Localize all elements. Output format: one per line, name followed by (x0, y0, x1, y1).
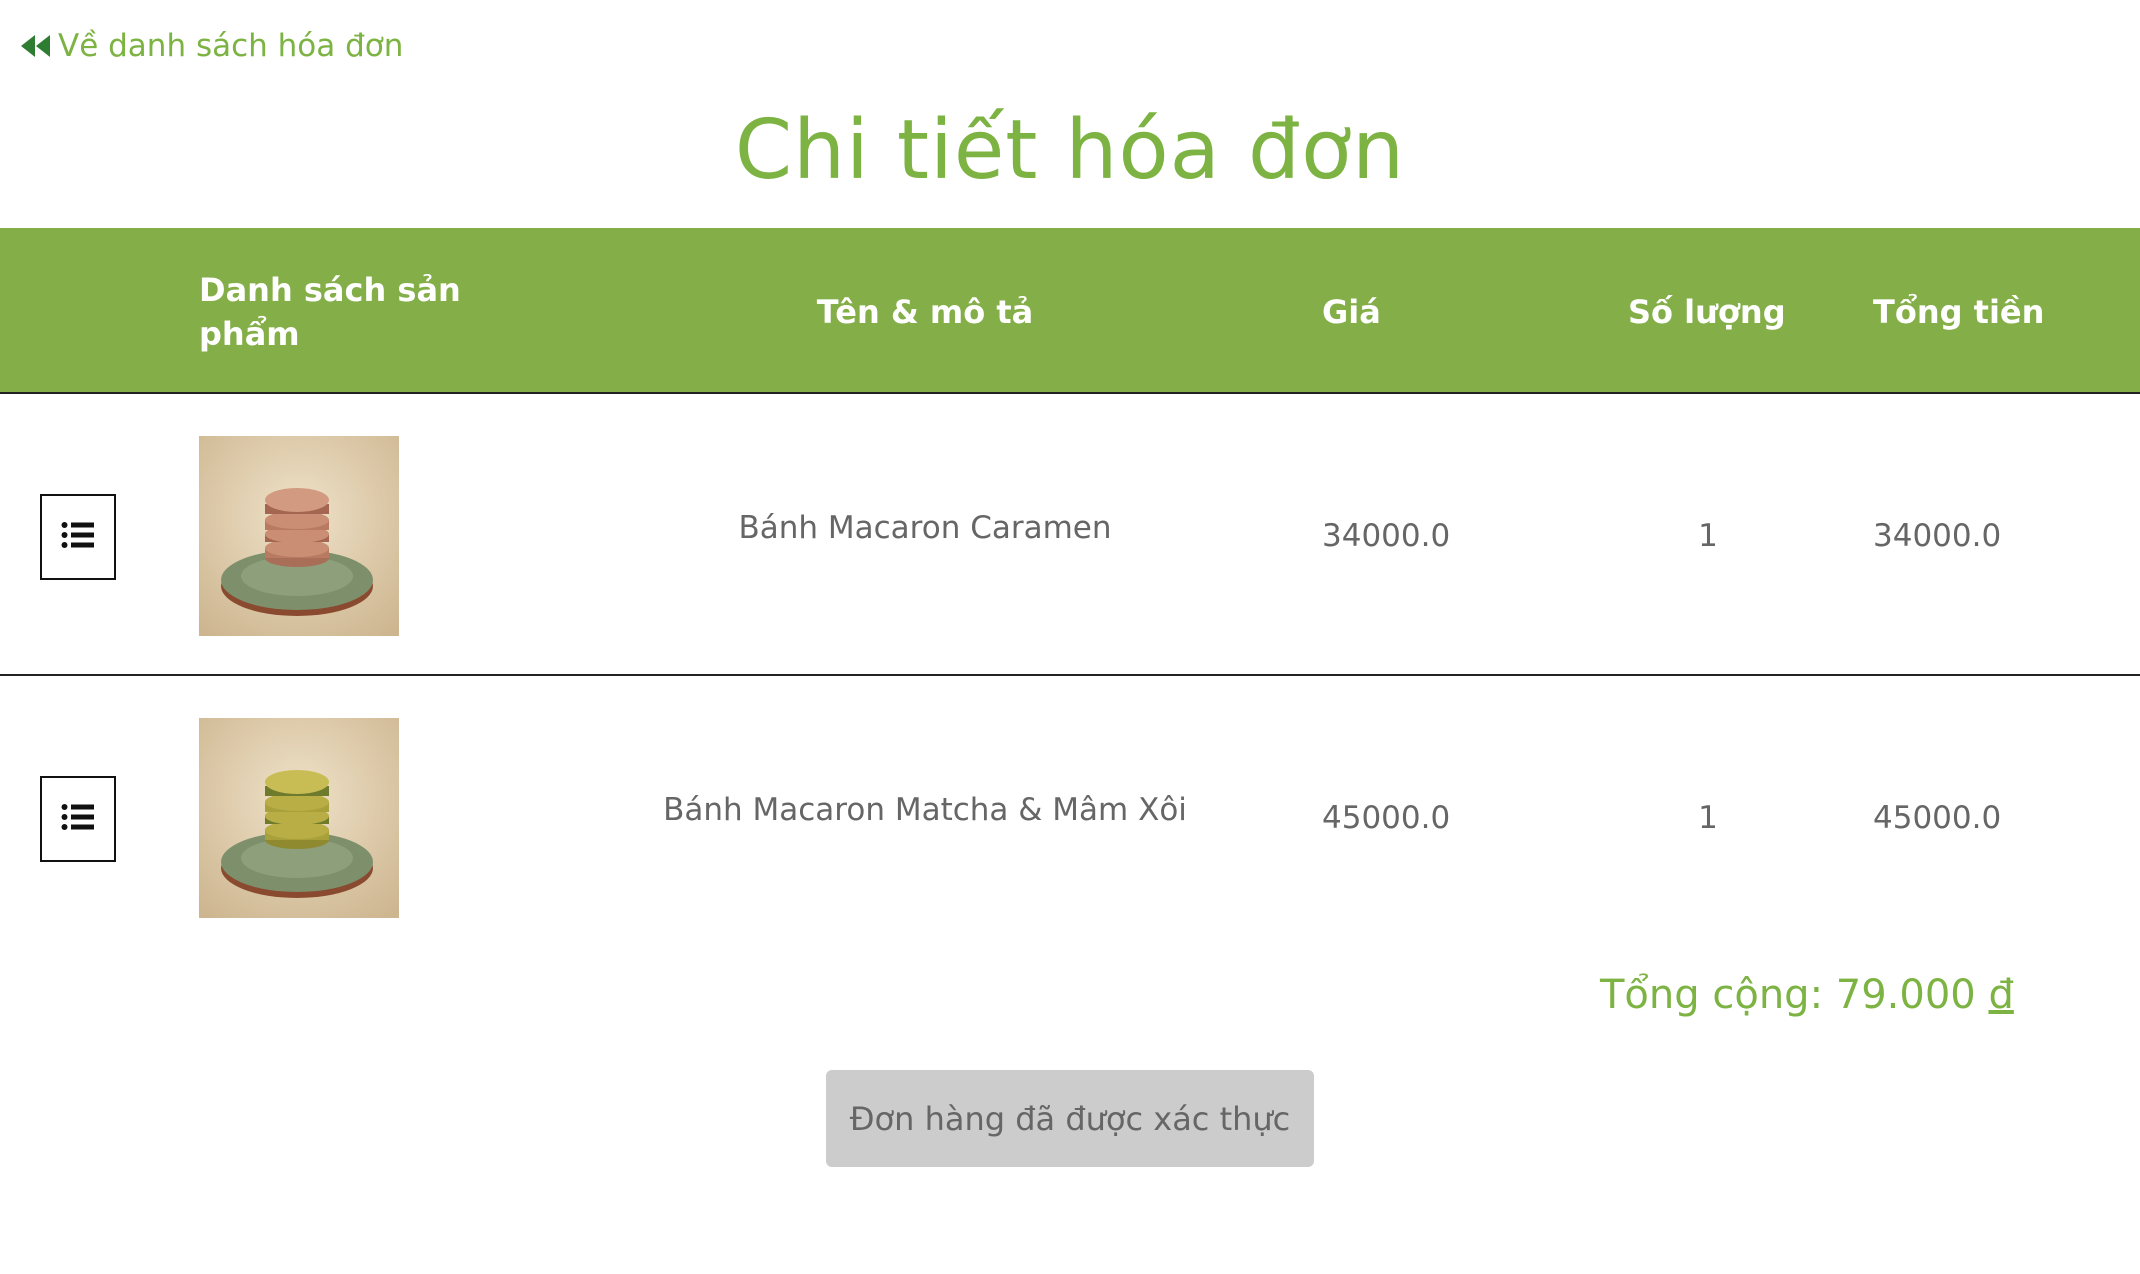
product-name: Bánh Macaron Matcha & Mâm Xôi (663, 792, 1187, 828)
grand-total-amount: Tổng cộng: 79.000 (1600, 972, 1976, 1018)
header-price: Giá (1322, 293, 1381, 331)
product-quantity: 1 (1698, 518, 1718, 554)
back-link-label: Về danh sách hóa đơn (58, 28, 404, 64)
product-quantity: 1 (1698, 800, 1718, 836)
header-name-description: Tên & mô tả (816, 293, 1034, 331)
product-price: 45000.0 (1322, 800, 1451, 836)
table-row: Bánh Macaron Matcha & Mâm Xôi 45000.0 1 … (0, 676, 2140, 958)
back-to-invoice-list-link[interactable]: Về danh sách hóa đơn (20, 26, 403, 66)
page-title: Chi tiết hóa đơn (734, 103, 1406, 198)
order-verified-button[interactable]: Đơn hàng đã được xác thực (826, 1070, 1314, 1167)
table-row: Bánh Macaron Caramen 34000.0 1 34000.0 (0, 394, 2140, 676)
header-total: Tổng tiền (1873, 293, 2045, 331)
product-price: 34000.0 (1322, 518, 1451, 554)
product-total: 34000.0 (1873, 518, 2002, 554)
grand-total: Tổng cộng: 79.000 đ (1600, 970, 2014, 1020)
header-quantity: Số lượng (1628, 293, 1786, 331)
double-chevron-left-icon (20, 33, 52, 59)
currency-symbol: đ (1988, 972, 2014, 1018)
product-total: 45000.0 (1873, 800, 2002, 836)
product-name: Bánh Macaron Caramen (738, 510, 1112, 546)
table-header: Danh sách sản phẩm Tên & mô tả Giá Số lư… (0, 228, 2140, 394)
